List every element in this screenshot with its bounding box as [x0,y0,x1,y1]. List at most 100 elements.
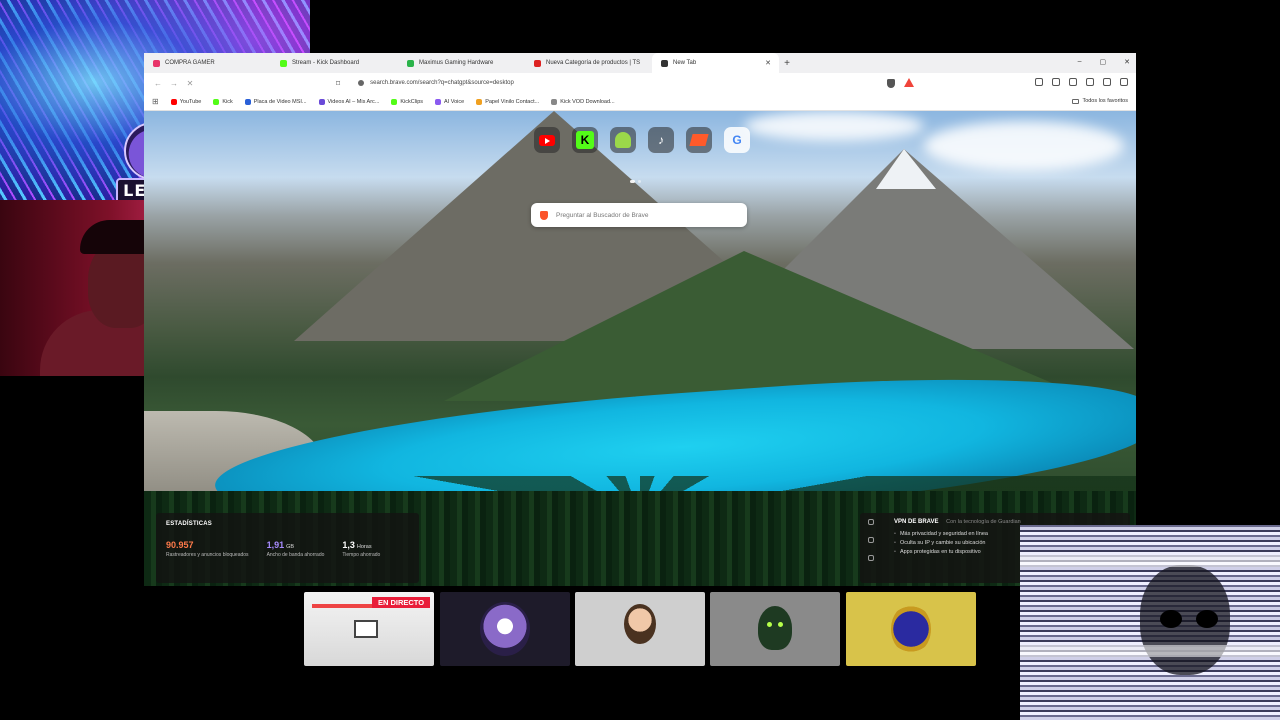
stat-label: Ancho de banda ahorrado [266,552,325,558]
bookmark-item[interactable]: Videos AI – Mis Arc... [318,98,380,105]
apps-grid-icon[interactable]: ⊞ [152,97,159,106]
stats-row: 90.957 Rastreadores y anuncios bloqueados… [166,540,409,558]
bookmark-favicon-icon [318,98,325,105]
browser-tab[interactable]: COMPRA GAMER [144,53,271,73]
tab-favicon-icon [153,59,160,67]
browser-tab[interactable]: Nueva Categoría de productos | TS [525,53,652,73]
close-tab-icon[interactable]: ✕ [765,59,771,67]
new-tab-button[interactable]: + [779,58,795,69]
bookmark-label: YouTube [179,98,202,105]
browser-tab[interactable]: Maximus Gaming Hardware [398,53,525,73]
avatar [480,602,530,656]
search-placeholder: Preguntar al Buscador de Brave [556,211,649,219]
stat-value: 1,3 Horas [342,540,372,550]
window-controls: – ▢ ✕ [1078,58,1130,66]
stat-item: 90.957 Rastreadores y anuncios bloqueados [166,540,249,558]
tab-favicon-icon [280,59,287,67]
bookmark-label: Placa de Video MSI... [253,98,307,105]
bookmark-page-icon[interactable]: ⌑ [336,79,340,88]
back-icon[interactable]: ← [152,79,164,88]
forward-icon[interactable]: → [168,79,180,88]
stats-widget: ESTADÍSTICAS 90.957 Rastreadores y anunci… [156,513,419,583]
bookmark-favicon-icon [551,98,558,105]
bookmarks-bar: ⊞ YouTube Kick Placa de Video MSI... Videos… [144,93,1136,111]
card-icon[interactable] [868,555,874,561]
avatar [758,606,792,650]
stream-thumbnail-2[interactable] [440,592,570,666]
location-icon[interactable] [868,519,874,525]
bookmark-label: Kick [222,98,233,105]
stat-item: 1,91 GB Ancho de banda ahorrado [267,540,325,558]
vpn-title: VPN DE BRAVE [894,519,939,525]
reader-mode-icon[interactable] [1035,78,1043,86]
tab-favicon-icon [661,59,668,67]
avatar [891,604,931,654]
all-favorites[interactable]: Todos los favoritos [1072,98,1128,104]
youtube-icon[interactable] [534,127,560,153]
tab-label: Nueva Categoría de productos | TS [546,60,641,66]
all-favorites-label: Todos los favoritos [1082,98,1128,104]
bookmark-item[interactable]: AI Voice [435,98,465,105]
stream-thumbnail-4[interactable] [710,592,840,666]
close-window-icon[interactable]: ✕ [1124,58,1130,66]
bookmark-favicon-icon [170,98,177,105]
bookmark-favicon-icon [391,98,398,105]
live-badge: EN DIRECTO [372,597,430,608]
bookmark-label: AI Voice [444,98,465,105]
snow-peak [876,149,936,189]
bookmark-favicon-icon [476,98,483,105]
bookmark-label: KickClips [400,98,424,105]
android-icon[interactable] [610,127,636,153]
glitch-skull-overlay [1020,525,1280,720]
bookmark-item[interactable]: YouTube [170,98,202,105]
vpn-subtitle: Con la tecnología de Guardian [946,519,1021,525]
bookmark-item[interactable]: KickClips [391,98,424,105]
avatar [624,604,656,644]
browser-tab[interactable]: New Tab ✕ [652,53,779,73]
maximize-icon[interactable]: ▢ [1100,58,1107,66]
menu-icon[interactable] [1120,78,1128,86]
monitor-icon [354,620,378,638]
bookmark-favicon-icon [244,98,251,105]
url-text[interactable]: search.brave.com/search?q=chatgpt&source… [370,80,514,86]
vpn-icon[interactable] [1103,78,1111,86]
brave-icon[interactable] [686,127,712,153]
brave-search-box[interactable]: Preguntar al Buscador de Brave [531,203,747,227]
brave-rewards-icon[interactable] [904,78,914,87]
stat-value: 90.957 [166,540,194,550]
minimize-icon[interactable]: – [1078,58,1082,66]
widget-icons [868,519,874,561]
tab-label: Maximus Gaming Hardware [419,60,494,66]
bookmark-label: Videos AI – Mis Arc... [327,98,380,105]
stat-value: 1,91 GB [266,540,295,550]
bookmark-item[interactable]: Papel Vinilo Contact... [476,98,540,105]
bookmark-label: Papel Vinilo Contact... [485,98,540,105]
url-field[interactable]: ⌑ search.brave.com/search?q=chatgpt&sour… [336,79,514,88]
browser-tab[interactable]: Stream - Kick Dashboard [271,53,398,73]
slope [444,251,1094,401]
stat-label: Rastreadores y anuncios bloqueados [166,552,249,558]
tiktok-icon[interactable]: ♪ [648,127,674,153]
site-info-icon[interactable] [358,80,365,86]
kick-icon[interactable]: K [572,127,598,153]
stats-title: ESTADÍSTICAS [166,521,212,527]
bookmark-item[interactable]: Placa de Video MSI... [244,98,307,105]
brave-lion-icon [540,210,548,220]
bookmark-favicon-icon [435,98,442,105]
sidebar-icon[interactable] [1052,78,1060,86]
browser-window: COMPRA GAMER Stream - Kick Dashboard Maxim… [144,53,1136,586]
stream-thumbnail-3[interactable] [575,592,705,666]
quick-links: K ♪ G [534,127,750,153]
bookmark-item[interactable]: Kick VOD Download... [551,98,615,105]
stream-scene: LEVEL COMPRA GAMERStream - Kick Dashboar… [0,0,1280,720]
tab-bar: COMPRA GAMER Stream - Kick Dashboard Maxim… [144,53,1136,73]
reload-icon[interactable]: ✕ [184,79,196,88]
bookmark-item[interactable]: Kick [213,98,233,105]
google-icon[interactable]: G [724,127,750,153]
alert-icon[interactable] [868,537,874,543]
stream-thumbnail-5[interactable] [846,592,976,666]
brave-shields-icon[interactable] [887,79,895,88]
wallet-icon[interactable] [1069,78,1077,86]
extensions-icon[interactable] [1086,78,1094,86]
new-tab-page: K ♪ G Preguntar al Buscador de Brave ESTAD… [144,111,1136,586]
